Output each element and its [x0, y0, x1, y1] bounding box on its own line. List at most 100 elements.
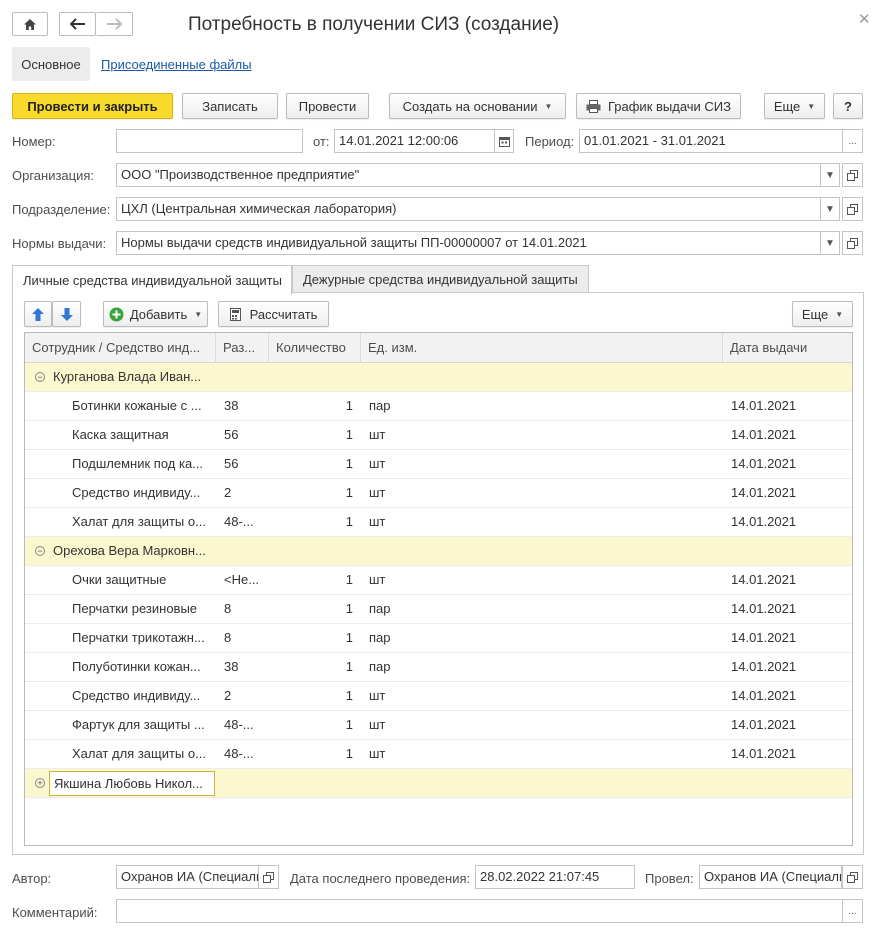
table-row[interactable]: Очки защитные <Не... 1 шт 14.01.2021: [25, 566, 852, 595]
period-field[interactable]: 01.01.2021 - 31.01.2021: [579, 129, 843, 153]
department-label: Подразделение:: [12, 202, 111, 217]
cell-unit: шт: [369, 514, 386, 529]
last-post-label: Дата последнего проведения:: [290, 871, 471, 886]
norms-dropdown-button[interactable]: ▼: [820, 231, 840, 255]
cell-unit: пар: [369, 398, 391, 413]
create-based-button[interactable]: Создать на основании ▼: [389, 93, 566, 119]
cell-quantity: 1: [345, 601, 353, 616]
collapse-icon[interactable]: −: [35, 546, 45, 556]
calculate-label: Рассчитать: [249, 306, 318, 322]
column-header-unit[interactable]: Ед. изм.: [361, 333, 723, 363]
comment-label: Комментарий:: [12, 905, 98, 920]
group-row[interactable]: + Якшина Любовь Никол...: [25, 769, 852, 798]
post-and-close-button[interactable]: Провести и закрыть: [12, 93, 173, 119]
tab-main[interactable]: Основное: [12, 47, 90, 81]
number-field[interactable]: [116, 129, 303, 153]
calendar-icon: [498, 136, 510, 147]
organization-open-button[interactable]: [842, 163, 863, 187]
more-button[interactable]: Еще ▼: [764, 93, 825, 119]
table-row[interactable]: Средство индивиду... 2 1 шт 14.01.2021: [25, 479, 852, 508]
column-header-size[interactable]: Раз...: [216, 333, 269, 363]
cell-issue-date: 14.01.2021: [731, 601, 797, 616]
schedule-label: График выдачи СИЗ: [607, 98, 732, 114]
table-row[interactable]: Халат для защиты о... 48-... 1 шт 14.01.2021: [25, 740, 852, 769]
norms-label: Нормы выдачи:: [12, 236, 107, 251]
table-row[interactable]: Полуботинки кожан... 38 1 пар 14.01.2021: [25, 653, 852, 682]
date-label: от:: [313, 134, 330, 149]
poster-label: Провел:: [645, 871, 694, 886]
norms-open-button[interactable]: [842, 231, 863, 255]
table-row[interactable]: Фартук для защиты ... 48-... 1 шт 14.01.2021: [25, 711, 852, 740]
table-row[interactable]: Перчатки резиновые 8 1 пар 14.01.2021: [25, 595, 852, 624]
table-more-label: Еще: [801, 306, 829, 322]
cell-item-name: Каска защитная: [72, 427, 169, 442]
arrow-left-icon: [69, 18, 85, 30]
cell-issue-date: 14.01.2021: [731, 427, 797, 442]
department-dropdown-button[interactable]: ▼: [820, 197, 840, 221]
table-row[interactable]: Халат для защиты о... 48-... 1 шт 14.01.2021: [25, 508, 852, 537]
organization-field[interactable]: ООО "Производственное предприятие": [116, 163, 821, 187]
post-and-close-label: Провести и закрыть: [27, 98, 158, 114]
column-header-quantity[interactable]: Количество: [269, 333, 361, 363]
cell-size: 8: [224, 601, 232, 616]
organization-dropdown-button[interactable]: ▼: [820, 163, 840, 187]
group-row[interactable]: − Курганова Влада Иван...: [25, 363, 852, 392]
table-row[interactable]: Ботинки кожаные с ... 38 1 пар 14.01.2021: [25, 392, 852, 421]
calculator-icon: [229, 307, 241, 321]
cell-quantity: 1: [345, 485, 353, 500]
calculate-button[interactable]: Рассчитать: [218, 301, 329, 327]
table-row[interactable]: Средство индивиду... 2 1 шт 14.01.2021: [25, 682, 852, 711]
window-title: Потребность в получении СИЗ (создание): [188, 14, 560, 35]
move-up-button[interactable]: [24, 301, 52, 327]
expand-icon[interactable]: +: [35, 778, 45, 788]
cell-quantity: 1: [345, 630, 353, 645]
move-down-button[interactable]: [52, 301, 81, 327]
period-select-button[interactable]: ...: [842, 129, 863, 153]
norms-field[interactable]: Нормы выдачи средств индивидуальной защи…: [116, 231, 821, 255]
last-post-field[interactable]: 28.02.2022 21:07:45: [475, 865, 635, 889]
arrow-up-icon: [32, 307, 44, 321]
comment-select-button[interactable]: ...: [842, 899, 863, 923]
cell-unit: шт: [369, 456, 386, 471]
calendar-button[interactable]: [494, 129, 514, 153]
author-label: Автор:: [12, 871, 52, 886]
cell-item-name: Ботинки кожаные с ...: [72, 398, 202, 413]
forward-button[interactable]: [96, 12, 133, 36]
open-window-icon: [847, 237, 858, 249]
table-row[interactable]: Каска защитная 56 1 шт 14.01.2021: [25, 421, 852, 450]
cell-quantity: 1: [345, 659, 353, 674]
table-row[interactable]: Перчатки трикотажн... 8 1 пар 14.01.2021: [25, 624, 852, 653]
cell-size: 2: [224, 688, 232, 703]
back-button[interactable]: [59, 12, 96, 36]
ppe-table[interactable]: Сотрудник / Средство инд... Раз... Колич…: [24, 332, 853, 846]
home-button[interactable]: [12, 12, 48, 36]
open-window-icon: [847, 871, 858, 883]
save-button[interactable]: Записать: [182, 93, 278, 119]
column-header-issue-date[interactable]: Дата выдачи: [723, 333, 852, 363]
table-more-button[interactable]: Еще ▼: [792, 301, 853, 327]
help-button[interactable]: ?: [833, 93, 863, 119]
author-open-button[interactable]: [258, 865, 279, 889]
tab-personal-ppe[interactable]: Личные средства индивидуальной защиты: [12, 265, 292, 295]
poster-field[interactable]: Охранов ИА (Специали: [699, 865, 842, 889]
cell-unit: шт: [369, 717, 386, 732]
author-field[interactable]: Охранов ИА (Специали: [116, 865, 259, 889]
column-header-employee[interactable]: Сотрудник / Средство инд...: [25, 333, 216, 363]
group-row[interactable]: − Орехова Вера Марковн...: [25, 537, 852, 566]
group-name-edit[interactable]: Якшина Любовь Никол...: [49, 771, 215, 796]
poster-open-button[interactable]: [842, 865, 863, 889]
table-row[interactable]: Подшлемник под ка... 56 1 шт 14.01.2021: [25, 450, 852, 479]
department-field[interactable]: ЦХЛ (Центральная химическая лаборатория): [116, 197, 821, 221]
save-label: Записать: [202, 98, 258, 114]
schedule-button[interactable]: График выдачи СИЗ: [576, 93, 741, 119]
post-button[interactable]: Провести: [286, 93, 369, 119]
tab-duty-ppe[interactable]: Дежурные средства индивидуальной защиты: [292, 265, 589, 293]
department-open-button[interactable]: [842, 197, 863, 221]
comment-field[interactable]: [116, 899, 843, 923]
collapse-icon[interactable]: −: [35, 372, 45, 382]
cell-item-name: Средство индивиду...: [72, 688, 201, 703]
date-field[interactable]: 14.01.2021 12:00:06: [334, 129, 495, 153]
add-button[interactable]: Добавить ▼: [103, 301, 208, 327]
tab-attached-files[interactable]: Присоединенные файлы: [101, 57, 252, 72]
close-icon[interactable]: ✕: [858, 10, 871, 28]
